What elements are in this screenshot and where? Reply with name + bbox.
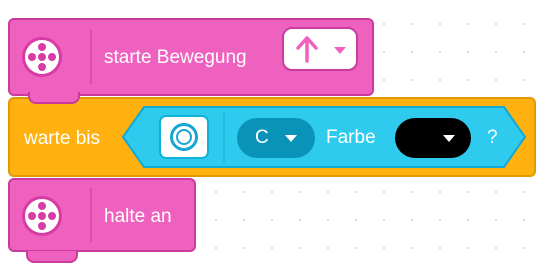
question-mark: ?: [487, 127, 498, 148]
start-move-label: starte Bewegung: [104, 47, 247, 68]
chevron-down-icon: [285, 135, 297, 142]
color-sensor-icon[interactable]: [159, 115, 209, 159]
chevron-down-icon: [443, 135, 455, 142]
direction-dropdown[interactable]: [282, 27, 358, 71]
port-value: C: [255, 127, 269, 148]
chevron-down-icon: [334, 47, 346, 54]
color-dropdown[interactable]: [395, 118, 471, 158]
arrow-up-icon: [296, 36, 318, 63]
stop-label: halte an: [104, 206, 172, 227]
motor-icon: [22, 196, 62, 236]
color-label: Farbe: [326, 127, 376, 148]
wait-until-label: warte bis: [24, 128, 101, 149]
port-dropdown[interactable]: C: [237, 118, 315, 158]
code-canvas[interactable]: starte Bewegung warte bis C Farbe ? halt…: [0, 0, 538, 265]
motor-icon: [22, 37, 62, 77]
